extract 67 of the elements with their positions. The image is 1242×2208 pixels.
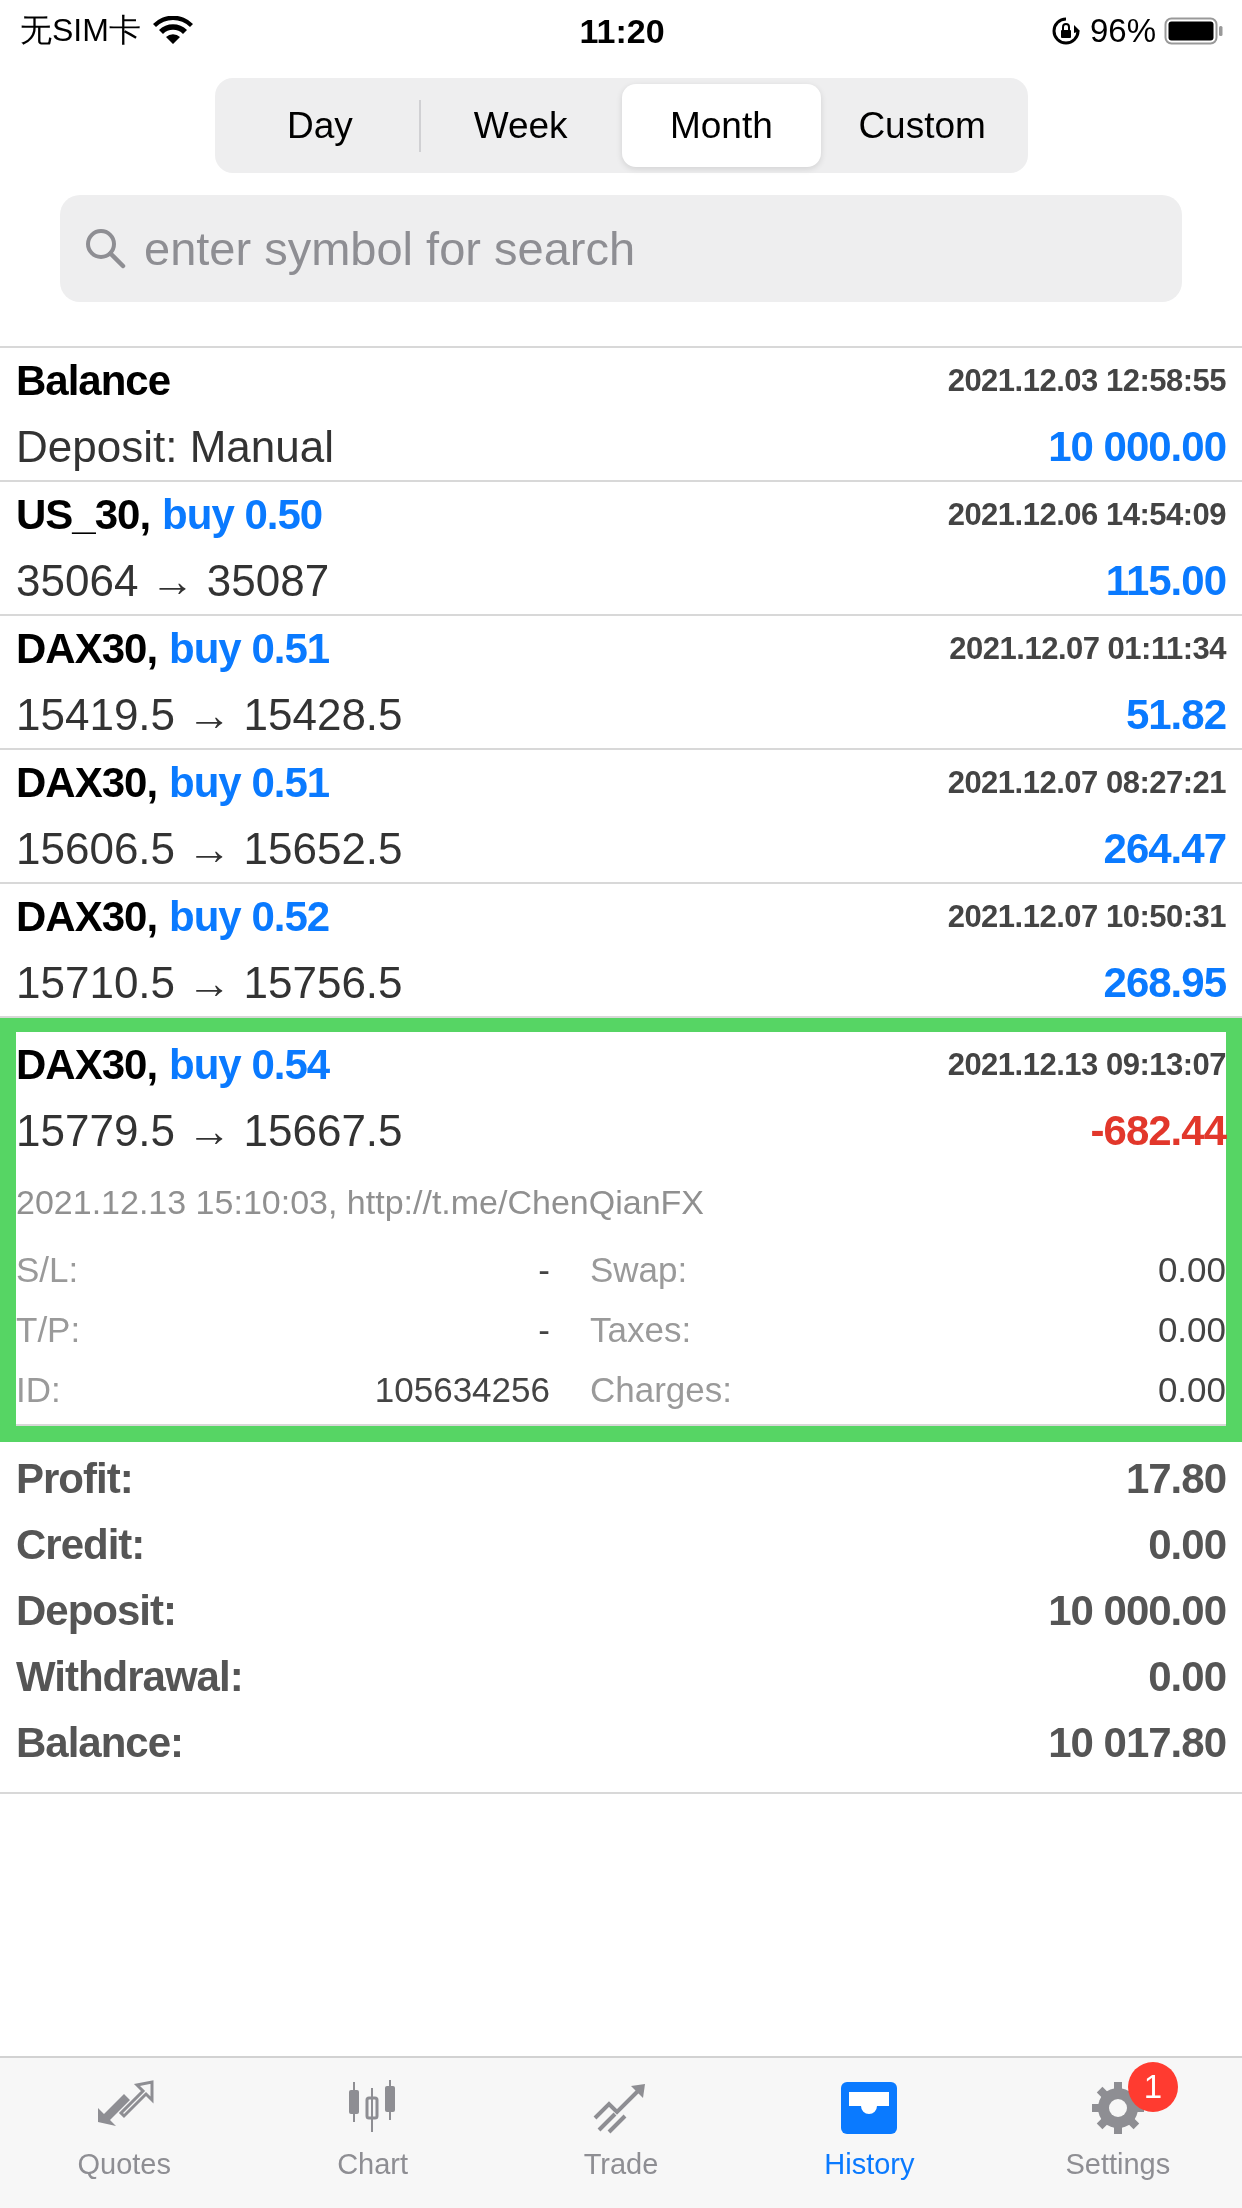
deal-time: 2021.12.07 01:11:34 xyxy=(949,631,1226,667)
battery-percent: 96% xyxy=(1089,12,1156,50)
deal-prices: 35064 → 35087 xyxy=(16,556,330,606)
deal-prices: 15606.5 → 15652.5 xyxy=(16,824,403,874)
deal-prices: 15710.5 → 15756.5 xyxy=(16,958,403,1008)
deal-time: 2021.12.07 08:27:21 xyxy=(947,765,1226,801)
period-tab[interactable]: Week xyxy=(421,84,620,167)
field-value: 105634256 xyxy=(374,1369,550,1411)
deal-amount: -682.44 xyxy=(1090,1107,1226,1155)
deal-row[interactable]: DAX30, buy 0.52 2021.12.07 10:50:31 15710.5 → 15756.5 268.95 xyxy=(0,884,1242,1018)
field-label: Taxes: xyxy=(590,1309,692,1351)
summary-label: Balance: xyxy=(16,1719,184,1767)
summary-value: 10 000.00 xyxy=(1048,1587,1226,1635)
field-value: - xyxy=(538,1309,550,1351)
tab-item[interactable]: History xyxy=(745,2058,994,2208)
tab-item[interactable]: 1 Settings xyxy=(993,2058,1242,2208)
field-value: 0.00 xyxy=(1157,1369,1226,1411)
deal-detail: Deposit: Manual xyxy=(16,422,334,472)
deal-symbol: DAX30, xyxy=(16,759,158,807)
deal-action: buy 0.51 xyxy=(169,759,330,807)
search-field[interactable]: enter symbol for search xyxy=(60,195,1182,302)
summary-value: 0.00 xyxy=(1148,1653,1226,1701)
summary-label: Deposit: xyxy=(16,1587,176,1635)
notification-badge: 1 xyxy=(1127,2062,1178,2112)
summary-value: 17.80 xyxy=(1125,1455,1226,1503)
deal-prices: 15419.5 → 15428.5 xyxy=(16,690,403,740)
period-tab[interactable]: Custom xyxy=(822,84,1022,167)
deal-time: 2021.12.03 12:58:55 xyxy=(947,363,1226,399)
deal-prices: 15779.5 → 15667.5 xyxy=(16,1106,403,1156)
deal-symbol: DAX30, xyxy=(16,893,158,941)
field-label: T/P: xyxy=(16,1309,81,1351)
field-label: ID: xyxy=(16,1369,61,1411)
deal-time: 2021.12.13 09:13:07 xyxy=(947,1047,1226,1083)
deal-amount: 115.00 xyxy=(1105,557,1226,605)
deal-time: 2021.12.06 14:54:09 xyxy=(947,497,1226,533)
deal-amount: 51.82 xyxy=(1125,691,1226,739)
summary-label: Profit: xyxy=(16,1455,133,1503)
deal-symbol: DAX30, xyxy=(16,625,158,673)
field-label: Swap: xyxy=(590,1249,688,1291)
deal-action: buy 0.52 xyxy=(169,893,330,941)
deal-time: 2021.12.07 10:50:31 xyxy=(947,899,1226,935)
deal-comment: 2021.12.13 15:10:03, http://t.me/ChenQianFX xyxy=(16,1181,706,1223)
summary-label: Withdrawal: xyxy=(16,1653,243,1701)
summary-value: 0.00 xyxy=(1148,1521,1226,1569)
period-tab[interactable]: Day xyxy=(220,84,420,167)
deal-amount: 10 000.00 xyxy=(1048,423,1226,471)
deal-amount: 268.95 xyxy=(1103,959,1226,1007)
deal-amount: 264.47 xyxy=(1103,825,1226,873)
deal-symbol: US_30, xyxy=(16,491,151,539)
carrier-label: 无SIM卡 xyxy=(20,11,141,50)
summary-value: 10 017.80 xyxy=(1048,1719,1226,1767)
deal-action: buy 0.54 xyxy=(169,1041,330,1089)
battery-icon xyxy=(1164,16,1224,46)
deal-symbol: DAX30, xyxy=(16,1041,158,1089)
field-label: Charges: xyxy=(590,1369,733,1411)
wifi-icon xyxy=(152,16,193,46)
field-value: - xyxy=(538,1249,550,1291)
field-label: S/L: xyxy=(16,1249,79,1291)
status-time: 11:20 xyxy=(579,11,665,51)
expanded-deal-card[interactable]: DAX30, buy 0.54 2021.12.13 09:13:07 15779.5 → 15667.5 -682.44 2021.12.13 15:10:03, http://t.me/ChenQianFX S/L: - Swap: 0.00 T/P: - Taxes: 0.00 ID: 105634256 Charges: 0.00 xyxy=(16,1032,1226,1426)
period-tab[interactable]: Month xyxy=(622,84,821,167)
deal-action: buy 0.51 xyxy=(169,625,330,673)
field-value: 0.00 xyxy=(1157,1309,1226,1351)
deal-action: buy 0.50 xyxy=(162,491,323,539)
summary-label: Credit: xyxy=(16,1521,145,1569)
field-value: 0.00 xyxy=(1157,1249,1226,1291)
deal-title: Balance xyxy=(16,357,171,405)
